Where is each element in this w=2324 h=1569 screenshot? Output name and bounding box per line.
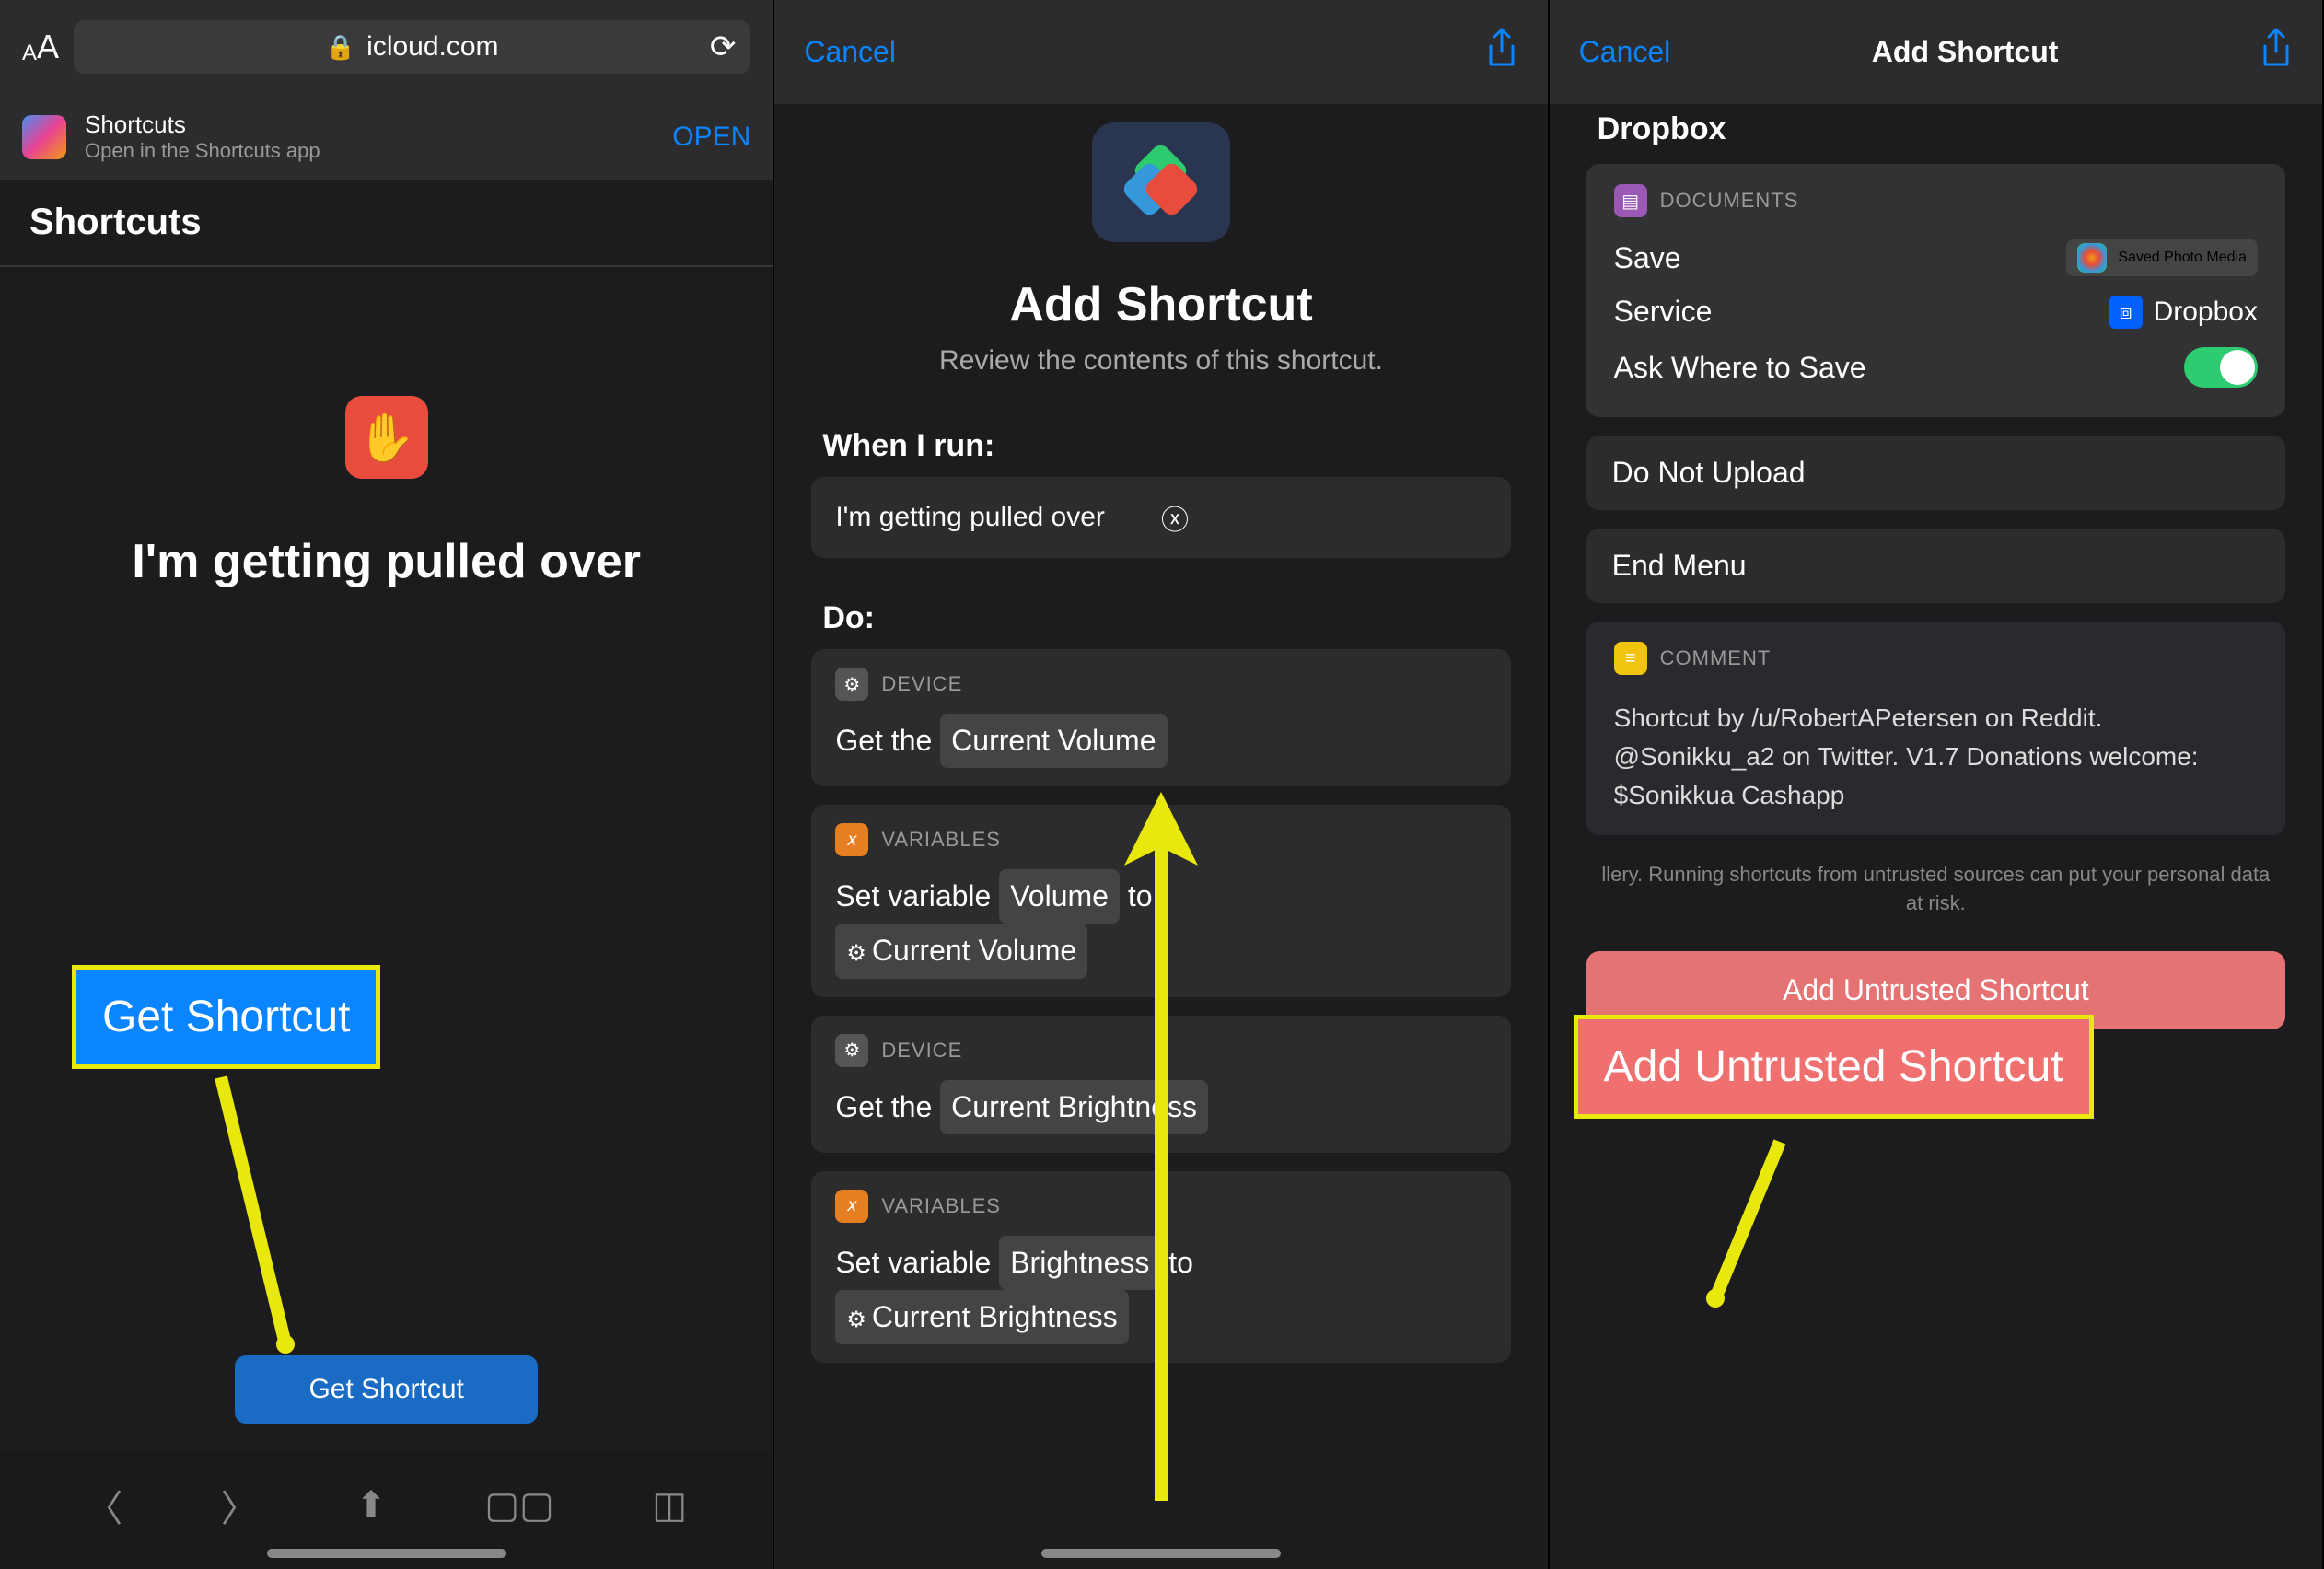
action-card-device-volume: ⚙ DEVICE Get the Current Volume: [811, 649, 1510, 786]
variable-icon: 𝑥: [835, 1190, 868, 1223]
section-header: Shortcuts: [0, 180, 773, 267]
hand-icon: ✋: [345, 396, 428, 479]
card-content: Set variable Brightness to ⚙Current Brig…: [835, 1236, 1486, 1344]
modal-title: Add Shortcut: [1670, 35, 2260, 69]
clear-icon[interactable]: ⓧ: [1161, 497, 1487, 538]
share-icon[interactable]: [1485, 28, 1518, 76]
action-card-set-volume: 𝑥 VARIABLES Set variable Volume to ⚙Curre…: [811, 805, 1510, 996]
app-banner[interactable]: Shortcuts Open in the Shortcuts app OPEN: [0, 94, 773, 180]
safari-addressbar: AA 🔒 icloud.com ⟳: [0, 0, 773, 94]
card-group-label: DOCUMENTS: [1660, 189, 1799, 213]
panel-add-shortcut-confirm: Cancel Add Shortcut Dropbox ▤ DOCUMENTS S…: [1550, 0, 2324, 1569]
ask-save-row: Ask Where to Save: [1614, 338, 2258, 397]
save-row: Save Saved Photo Media: [1614, 230, 2258, 285]
card-content: Get the Current Volume: [835, 714, 1486, 768]
dropbox-heading: Dropbox: [1550, 104, 2322, 164]
card-group-label: DEVICE: [881, 1039, 962, 1063]
card-group-label: COMMENT: [1660, 646, 1772, 670]
text-size-icon[interactable]: AA: [22, 28, 59, 66]
leader-line-3: [1706, 1133, 1817, 1317]
saved-media-pill[interactable]: Saved Photo Media: [2066, 239, 2258, 276]
service-label: Service: [1614, 295, 1713, 329]
bottom-area: Get Shortcut 〈 〉 ⬆︎ ▢▢ ◫: [0, 1328, 773, 1569]
warning-text: llery. Running shortcuts from untrusted …: [1550, 857, 2322, 936]
shortcut-name: I'm getting pulled over: [132, 534, 641, 589]
shortcut-preview: ✋ I'm getting pulled over: [0, 267, 773, 645]
variable-pill[interactable]: ⚙Current Brightness: [835, 1290, 1128, 1344]
variable-pill[interactable]: Volume: [999, 869, 1120, 924]
review-subtitle: Review the contents of this shortcut.: [774, 340, 1547, 413]
card-group-label: VARIABLES: [881, 828, 1001, 852]
shortcuts-app-icon: [22, 115, 66, 159]
banner-title: Shortcuts: [85, 110, 320, 139]
center-icon: [774, 104, 1547, 270]
variable-pill[interactable]: Brightness: [999, 1236, 1160, 1290]
shortcut-name-input[interactable]: I'm getting pulled over ⓧ: [811, 477, 1510, 558]
card-group-label: DEVICE: [881, 672, 962, 696]
bookmarks-icon[interactable]: ▢▢: [484, 1484, 554, 1527]
panel-add-shortcut-preview: Cancel Add Shortcut Review the contents …: [774, 0, 1549, 1569]
documents-card: ▤ DOCUMENTS Save Saved Photo Media Servic…: [1586, 164, 2285, 417]
comment-icon: ≡: [1614, 642, 1647, 675]
card-content: Set variable Volume to ⚙Current Volume: [835, 869, 1486, 978]
end-menu-row: End Menu: [1586, 529, 2285, 603]
modal-header: Cancel Add Shortcut: [1550, 0, 2322, 104]
variable-pill[interactable]: ⚙Current Volume: [835, 924, 1087, 978]
share-icon[interactable]: ⬆︎: [355, 1484, 387, 1527]
ask-toggle[interactable]: [2184, 347, 2258, 388]
gear-icon: ⚙: [835, 1034, 868, 1067]
callout-add-untrusted: Add Untrusted Shortcut: [1574, 1015, 2094, 1119]
when-i-run-label: When I run:: [774, 413, 1547, 477]
forward-icon[interactable]: 〉: [221, 1479, 258, 1532]
service-value: ⧈Dropbox: [2109, 296, 2258, 329]
lock-icon: 🔒: [326, 33, 355, 62]
variable-icon: 𝑥: [835, 823, 868, 856]
home-indicator[interactable]: [1041, 1549, 1281, 1558]
dropbox-icon: ⧈: [2109, 296, 2143, 329]
action-card-device-brightness: ⚙ DEVICE Get the Current Brightness: [811, 1016, 1510, 1153]
callout-get-shortcut: Get Shortcut: [72, 965, 380, 1069]
add-shortcut-title: Add Shortcut: [774, 270, 1547, 340]
url-bar[interactable]: 🔒 icloud.com ⟳: [74, 20, 750, 74]
panel-safari: AA 🔒 icloud.com ⟳ Shortcuts Open in the …: [0, 0, 774, 1569]
do-not-upload-row[interactable]: Do Not Upload: [1586, 436, 2285, 510]
back-icon[interactable]: 〈: [86, 1479, 122, 1532]
document-icon: ▤: [1614, 184, 1647, 217]
ask-label: Ask Where to Save: [1614, 351, 1866, 385]
app-info: Shortcuts Open in the Shortcuts app: [85, 110, 320, 163]
shortcuts-icon: [1092, 122, 1230, 242]
modal-header: Cancel: [774, 0, 1547, 104]
cancel-button[interactable]: Cancel: [1579, 35, 1671, 69]
variable-pill[interactable]: Current Brightness: [940, 1080, 1208, 1134]
action-card-set-brightness: 𝑥 VARIABLES Set variable Brightness to ⚙C…: [811, 1171, 1510, 1363]
save-label: Save: [1614, 241, 1681, 275]
photos-icon: [2077, 243, 2107, 273]
cancel-button[interactable]: Cancel: [804, 35, 896, 69]
input-value: I'm getting pulled over: [835, 502, 1161, 533]
url-text: icloud.com: [366, 31, 498, 63]
variable-pill[interactable]: Current Volume: [940, 714, 1167, 768]
gear-icon: ⚙: [835, 668, 868, 701]
home-indicator[interactable]: [267, 1549, 506, 1558]
comment-card: ≡ COMMENT Shortcut by /u/RobertAPetersen …: [1586, 622, 2285, 835]
tabs-icon[interactable]: ◫: [652, 1484, 687, 1527]
banner-subtitle: Open in the Shortcuts app: [85, 139, 320, 163]
leader-line-1: [212, 1068, 322, 1372]
card-content: Get the Current Brightness: [835, 1080, 1486, 1134]
open-app-button[interactable]: OPEN: [672, 122, 750, 153]
refresh-icon[interactable]: ⟳: [710, 29, 737, 65]
get-shortcut-button[interactable]: Get Shortcut: [235, 1355, 537, 1424]
service-row[interactable]: Service ⧈Dropbox: [1614, 285, 2258, 338]
do-label: Do:: [774, 586, 1547, 649]
comment-text: Shortcut by /u/RobertAPetersen on Reddit…: [1614, 688, 2258, 815]
share-icon[interactable]: [2260, 28, 2293, 76]
card-group-label: VARIABLES: [881, 1194, 1001, 1218]
